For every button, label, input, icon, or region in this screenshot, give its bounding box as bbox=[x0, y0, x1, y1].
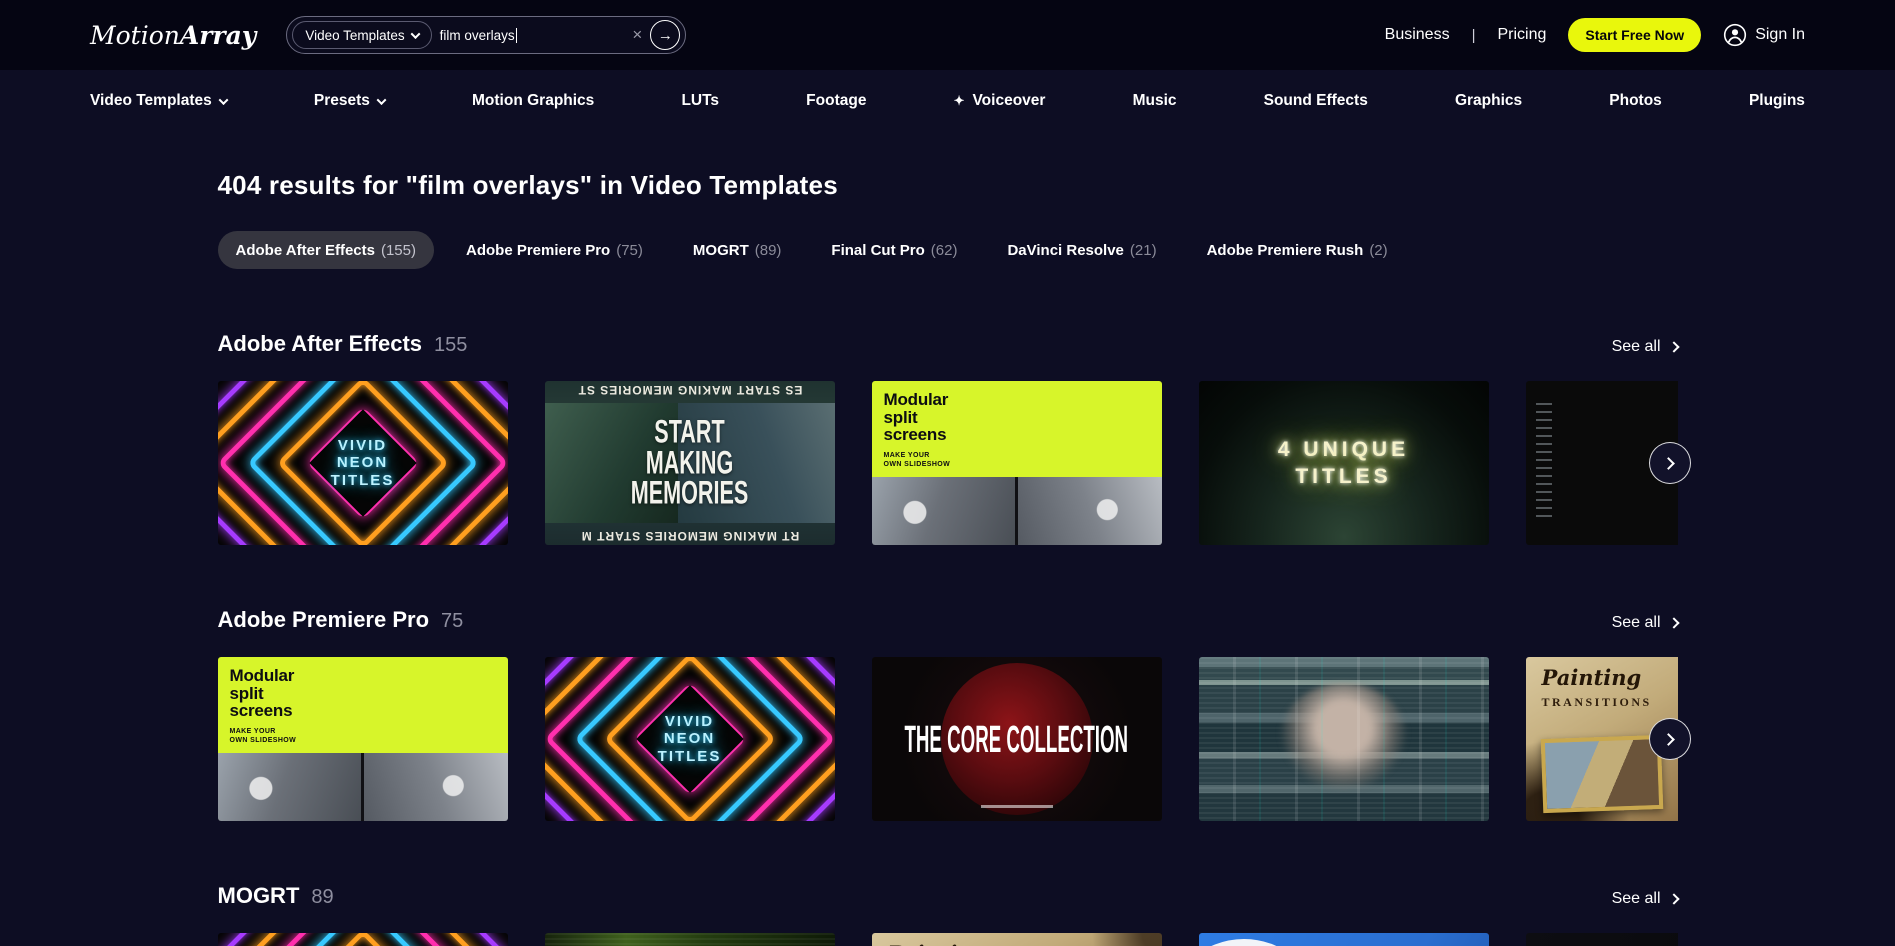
clear-search-icon[interactable]: × bbox=[624, 25, 650, 45]
template-card-modular-split-screens[interactable]: Modular split screens MAKE YOUR OWN SLIDESH… bbox=[871, 381, 1162, 545]
nav-photos[interactable]: Photos bbox=[1609, 92, 1662, 110]
template-card-vivid-neon-titles[interactable]: VIVIDNEONTITLES bbox=[217, 381, 508, 545]
template-card-core-collection[interactable]: THE CORE COLLECTION bbox=[871, 657, 1162, 821]
chevron-down-icon bbox=[376, 94, 387, 105]
search-input[interactable]: film overlays bbox=[432, 27, 625, 43]
nav-presets[interactable]: Presets bbox=[314, 92, 387, 110]
nav-motion-graphics[interactable]: Motion Graphics bbox=[472, 92, 594, 110]
template-card-painting-transitions[interactable]: Painting TRANSITIONS bbox=[871, 933, 1162, 946]
template-card-vivid-neon-titles[interactable]: VIVIDNEONTITLES bbox=[544, 657, 835, 821]
nav-video-templates[interactable]: Video Templates bbox=[90, 92, 229, 110]
nav-sound-effects[interactable]: Sound Effects bbox=[1264, 92, 1368, 110]
section-premiere-pro: Adobe Premiere Pro 75 See all Modular spl… bbox=[217, 607, 1691, 821]
section-after-effects: Adobe After Effects 155 See all VIVID NEO… bbox=[217, 331, 1691, 545]
section-title: MOGRT bbox=[217, 883, 300, 908]
page-title: 404 results for "film overlays" in Video… bbox=[217, 170, 838, 200]
card-subtitle: TRANSITIONS bbox=[1541, 695, 1652, 709]
card-carousel: Modular split screens MAKE YOUR OWN SLIDESH… bbox=[217, 657, 1678, 821]
template-card-dark[interactable] bbox=[1525, 933, 1678, 946]
filter-final-cut[interactable]: Final Cut Pro (62) bbox=[813, 231, 975, 269]
nav-music[interactable]: Music bbox=[1133, 92, 1177, 110]
card-edge-text: RT MAKING MEMORIES START M bbox=[580, 529, 799, 543]
business-link[interactable]: Business bbox=[1385, 26, 1450, 44]
chevron-right-icon bbox=[1661, 456, 1675, 470]
see-all-link[interactable]: See all bbox=[1612, 338, 1680, 356]
text-caret bbox=[515, 27, 518, 43]
card-title: Painting bbox=[1541, 665, 1642, 690]
card-subtitle: MAKE YOUR OWN SLIDESHOW bbox=[229, 727, 297, 744]
filter-premiere-pro[interactable]: Adobe Premiere Pro (75) bbox=[448, 231, 661, 269]
template-card-glitch[interactable] bbox=[1198, 657, 1489, 821]
section-title: Adobe After Effects bbox=[217, 331, 423, 356]
sign-in-button[interactable]: Sign In bbox=[1723, 23, 1805, 47]
see-all-link[interactable]: See all bbox=[1612, 890, 1680, 908]
chevron-right-icon bbox=[1667, 893, 1680, 905]
user-icon bbox=[1723, 23, 1747, 47]
chevron-down-icon bbox=[218, 94, 229, 105]
card-subtitle: MAKE YOUR OWN SLIDESHOW bbox=[883, 451, 951, 468]
search-bar: Video Templates film overlays × → bbox=[286, 16, 687, 54]
search-category-label: Video Templates bbox=[305, 27, 405, 43]
template-card-green-glitch[interactable] bbox=[544, 933, 835, 946]
card-carousel: VIVIDNEONTITLES Painting TRANSITIONS bbox=[217, 933, 1678, 946]
logo[interactable]: MotionArray bbox=[90, 21, 256, 50]
card-title: VIVID NEON TITLES bbox=[657, 713, 722, 765]
carousel-next-button[interactable] bbox=[1648, 718, 1691, 760]
search-category-dropdown[interactable]: Video Templates bbox=[292, 21, 432, 49]
section-title: Adobe Premiere Pro bbox=[217, 607, 430, 632]
card-title: Modular split screens bbox=[229, 666, 295, 720]
filter-premiere-rush[interactable]: Adobe Premiere Rush (2) bbox=[1189, 231, 1406, 269]
sign-in-label: Sign In bbox=[1755, 26, 1805, 43]
template-card-blue[interactable] bbox=[1198, 933, 1489, 946]
card-edge-text: ES START MAKING MEMORIES ST bbox=[577, 383, 802, 397]
card-title: THE CORE COLLECTION bbox=[904, 716, 1129, 761]
search-submit-button[interactable]: → bbox=[650, 20, 681, 50]
filter-pills: Adobe After Effects (155) Adobe Premiere … bbox=[217, 231, 1678, 269]
template-card-4-unique-titles[interactable]: 4 UNIQUE TITLES bbox=[1198, 381, 1489, 545]
card-title: 4 UNIQUE TITLES bbox=[1277, 437, 1410, 488]
nav-voiceover[interactable]: ✦ Voiceover bbox=[954, 92, 1046, 110]
card-carousel: VIVID NEON TITLES ES START MAKING MEMORIES… bbox=[217, 381, 1678, 545]
section-count: 155 bbox=[434, 334, 468, 356]
card-clips bbox=[871, 477, 1162, 545]
chevron-right-icon bbox=[1667, 617, 1680, 629]
chevron-right-icon bbox=[1667, 341, 1680, 353]
template-card-modular-split-screens[interactable]: Modular split screens MAKE YOUR OWN SLIDESH… bbox=[217, 657, 508, 821]
nav-footage[interactable]: Footage bbox=[806, 92, 866, 110]
nav-graphics[interactable]: Graphics bbox=[1455, 92, 1522, 110]
section-count: 75 bbox=[441, 610, 464, 632]
header-divider: | bbox=[1471, 26, 1476, 44]
carousel-next-button[interactable] bbox=[1648, 442, 1691, 484]
nav-luts[interactable]: LUTs bbox=[681, 92, 719, 110]
main-content: 404 results for "film overlays" in Video… bbox=[217, 170, 1691, 946]
filter-mogrt[interactable]: MOGRT (89) bbox=[675, 231, 800, 269]
filter-after-effects[interactable]: Adobe After Effects (155) bbox=[217, 231, 434, 269]
card-clips bbox=[217, 753, 508, 821]
card-title: VIVID NEON TITLES bbox=[330, 437, 395, 489]
site-header: MotionArray Video Templates film overlay… bbox=[0, 0, 1895, 70]
section-mogrt: MOGRT 89 See all VIVIDNEONTITLES Paintin… bbox=[217, 883, 1680, 946]
main-nav: Video Templates Presets Motion Graphics … bbox=[0, 70, 1895, 136]
nav-plugins[interactable]: Plugins bbox=[1749, 92, 1805, 110]
card-title: Painting bbox=[888, 941, 988, 946]
pricing-link[interactable]: Pricing bbox=[1497, 26, 1546, 44]
template-card-vivid-neon-titles[interactable]: VIVIDNEONTITLES bbox=[217, 933, 508, 946]
card-title: Modular split screens bbox=[883, 390, 949, 444]
template-card-start-making-memories[interactable]: ES START MAKING MEMORIES ST START MAKING M… bbox=[544, 381, 835, 545]
sparkle-icon: ✦ bbox=[953, 93, 965, 108]
chevron-down-icon bbox=[410, 28, 421, 39]
card-title: START MAKING MEMORIES bbox=[630, 413, 749, 511]
header-right: Business | Pricing Start Free Now Sign I… bbox=[1385, 18, 1805, 52]
see-all-link[interactable]: See all bbox=[1612, 614, 1680, 632]
chevron-right-icon bbox=[1661, 732, 1675, 746]
filter-davinci[interactable]: DaVinci Resolve (21) bbox=[989, 231, 1174, 269]
section-count: 89 bbox=[311, 886, 334, 908]
start-free-button[interactable]: Start Free Now bbox=[1568, 18, 1702, 52]
